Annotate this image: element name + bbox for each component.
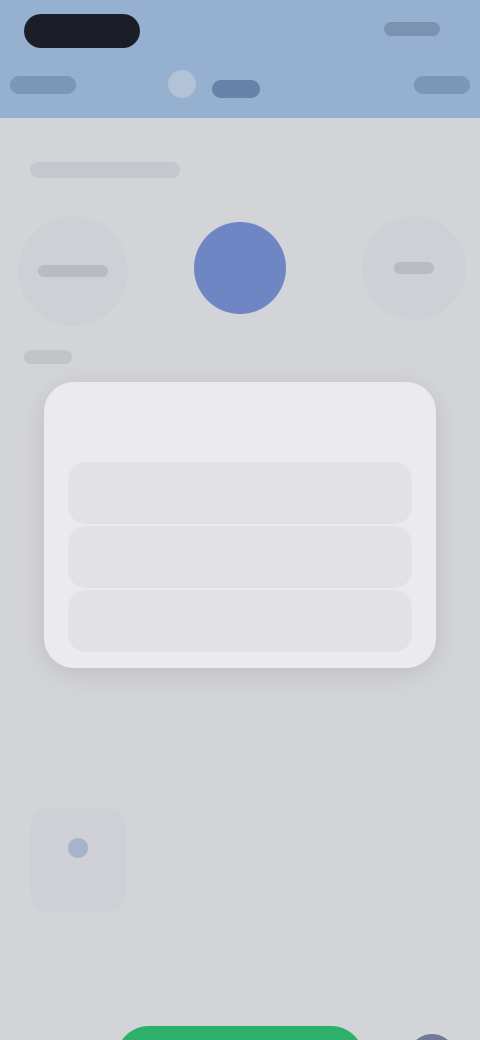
action-sheet-option-1[interactable] [68, 462, 412, 524]
dynamic-island [24, 14, 140, 48]
nav-action-button[interactable] [414, 76, 470, 94]
profile-right-label [394, 262, 434, 274]
nav-logo-icon [168, 70, 196, 98]
section-label [30, 162, 180, 178]
profile-option-left[interactable] [18, 216, 128, 326]
item-icon [68, 838, 88, 858]
scan-icon[interactable] [408, 1034, 456, 1040]
nav-back-button[interactable] [10, 76, 76, 94]
nav-row [0, 62, 480, 112]
action-sheet-title [68, 398, 412, 460]
status-icons [384, 22, 440, 36]
action-sheet [44, 382, 436, 668]
primary-button[interactable] [116, 1026, 364, 1040]
sub-label [24, 350, 72, 364]
header-bar [0, 0, 480, 118]
profile-option-right[interactable] [362, 216, 466, 320]
profile-left-label [38, 265, 108, 277]
action-sheet-cancel-button[interactable] [68, 590, 412, 652]
action-sheet-option-2[interactable] [68, 526, 412, 588]
small-card[interactable] [30, 808, 126, 912]
avatar-icon[interactable] [194, 222, 286, 314]
nav-title [212, 80, 260, 98]
